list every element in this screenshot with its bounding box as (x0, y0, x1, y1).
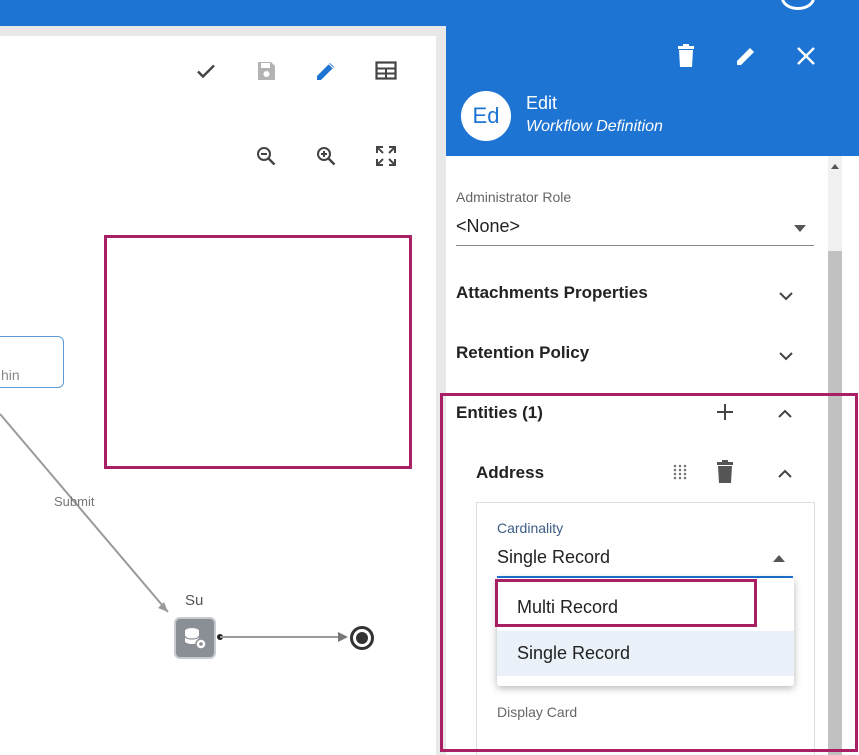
avatar: Ed (461, 91, 511, 141)
panel-header: Ed Edit Workflow Definition (446, 26, 859, 156)
trash-icon[interactable] (672, 42, 700, 70)
end-event-icon[interactable] (350, 626, 374, 650)
panel-title: Edit (526, 93, 558, 113)
highlight-box-entities (440, 393, 858, 752)
chevron-down-icon[interactable] (774, 344, 798, 368)
pencil-icon[interactable] (732, 42, 760, 70)
user-avatar-icon[interactable] (781, 0, 815, 10)
administrator-role-label: Administrator Role (456, 189, 572, 205)
section-retention-policy[interactable]: Retention Policy (456, 343, 589, 363)
scroll-up-arrow-icon[interactable] (831, 164, 839, 169)
highlight-box-multi-record (495, 579, 757, 627)
select-underline (456, 245, 814, 246)
chevron-down-icon[interactable] (774, 284, 798, 308)
close-icon[interactable] (792, 42, 820, 70)
transition-label: Submit (54, 494, 95, 509)
top-app-bar (0, 0, 859, 26)
task-label: Su (185, 592, 204, 609)
highlight-box-canvas (104, 235, 412, 469)
dropdown-arrow-icon[interactable] (791, 222, 809, 234)
administrator-role-select[interactable]: <None> (456, 216, 520, 237)
panel-subtitle: Workflow Definition (526, 118, 663, 135)
section-attachments-properties[interactable]: Attachments Properties (456, 283, 648, 303)
database-task-icon[interactable] (174, 617, 216, 659)
